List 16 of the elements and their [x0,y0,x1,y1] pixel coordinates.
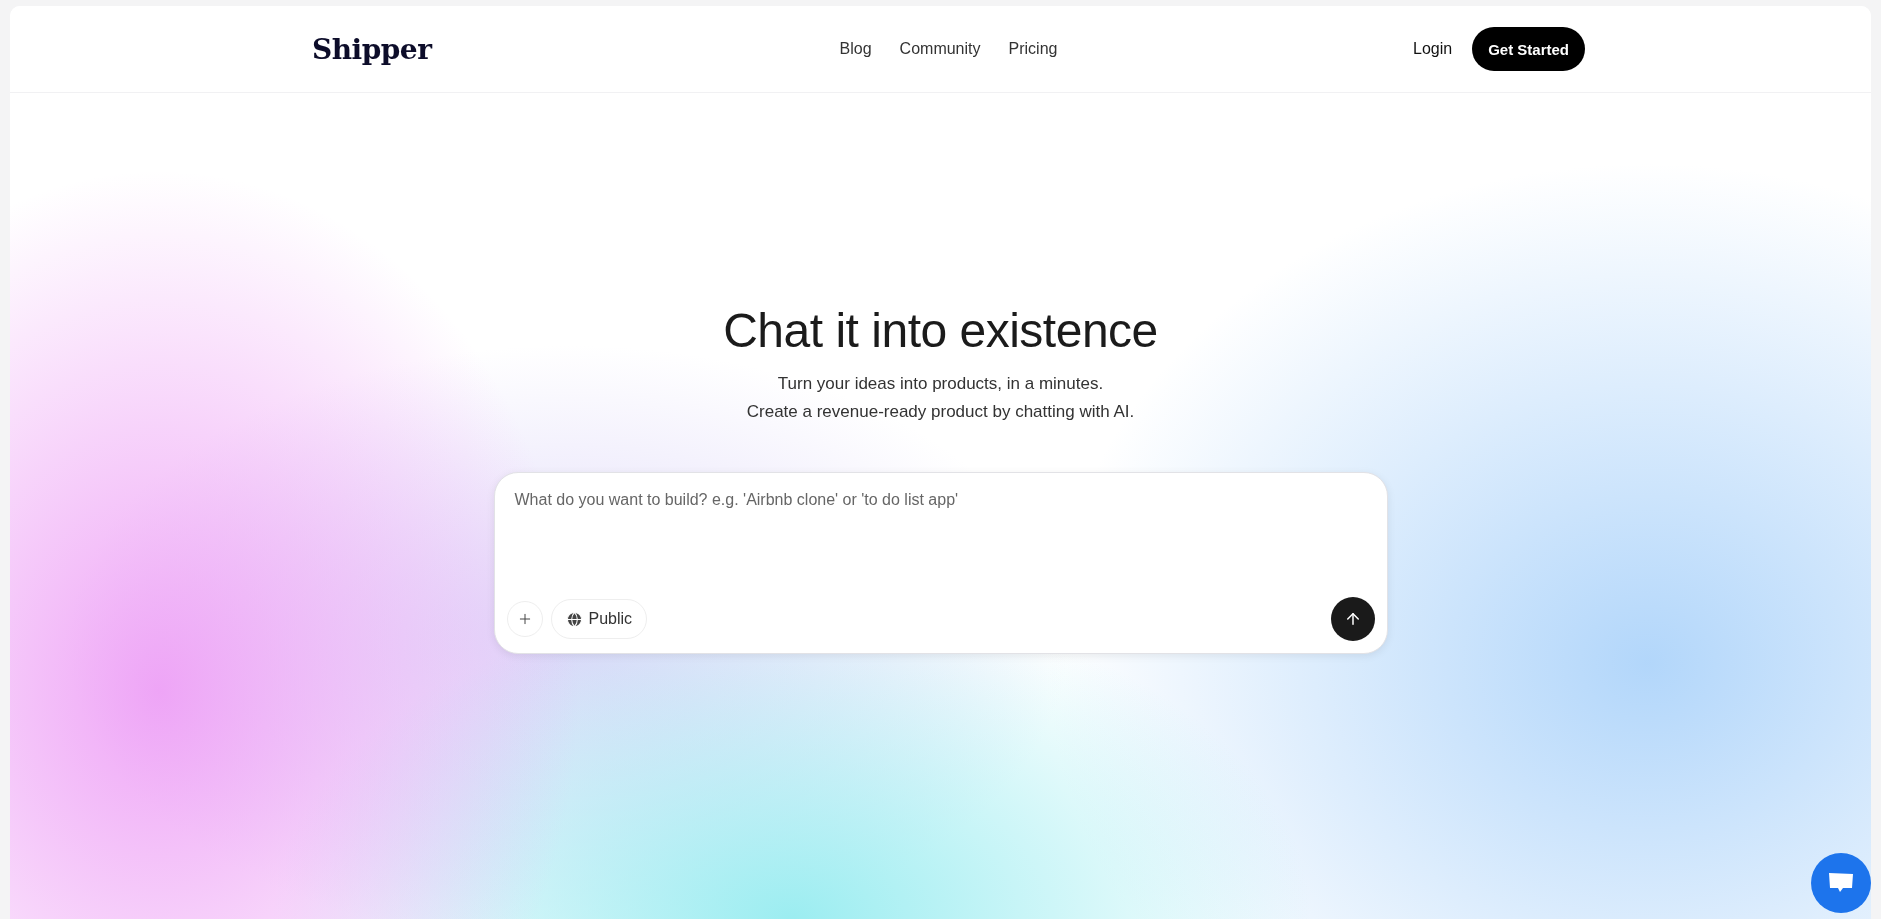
nav-link[interactable]: Pricing [1008,40,1058,58]
hero-subtitle: Create a revenue-ready product by chatting with AI. [746,401,1135,423]
nav-link[interactable]: Blog [839,40,872,58]
visibility-button[interactable]: Public [550,599,648,639]
nav-link[interactable]: Community [899,40,981,58]
hero-subtitle: Turn your ideas into products, in a minutes. [776,373,1105,395]
prompt-field[interactable]: What do you want to build? e.g. 'Airbnb clone' or 'to do list app' Public [493,472,1388,654]
login-link[interactable]: Login [1413,40,1453,58]
add-button[interactable] [506,601,543,637]
globe-icon [565,610,583,628]
chat-button[interactable] [1811,853,1871,913]
hero-title: Chat it into existence [723,303,1158,358]
get-started-button[interactable]: Get Started [1472,27,1585,71]
chat-bubble-icon [1828,872,1854,894]
send-button[interactable] [1330,597,1375,641]
logo[interactable]: Shipper [312,32,840,66]
